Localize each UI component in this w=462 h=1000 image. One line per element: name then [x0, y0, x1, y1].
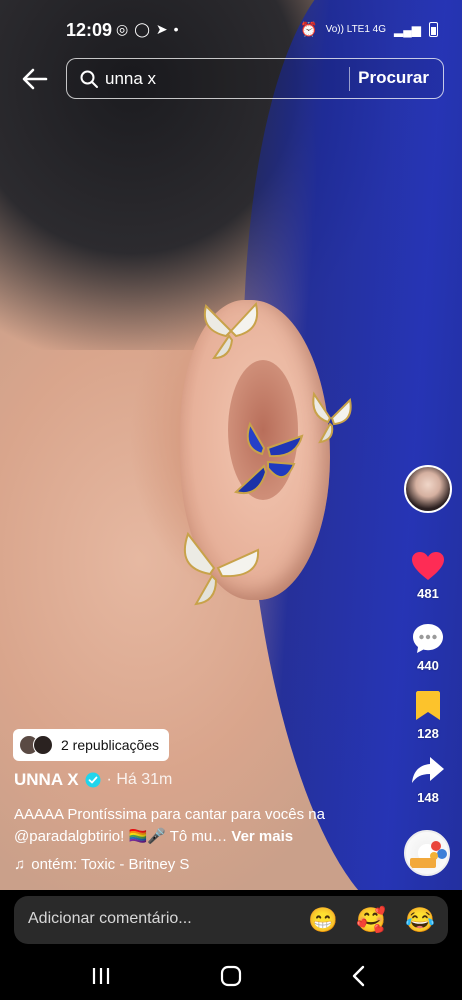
- search-input[interactable]: unna x: [105, 69, 156, 89]
- bookmark-icon: [416, 691, 440, 720]
- blue-butterfly-earring: [234, 421, 304, 494]
- save-count: 128: [417, 726, 439, 741]
- comment-icon: [413, 624, 443, 653]
- comment-bar: Adicionar comentário... 😁 🥰 😂: [0, 890, 462, 952]
- comment-input[interactable]: Adicionar comentário... 😁 🥰 😂: [14, 896, 448, 944]
- creator-avatar[interactable]: [404, 465, 452, 513]
- music-title: ontém: Toxic - Britney S: [31, 856, 190, 873]
- back-nav-icon[interactable]: [346, 964, 372, 988]
- comment-button[interactable]: 440: [404, 620, 452, 673]
- status-bar: 12:09 ◎ ◯ ➤ • ⏰ Vo)) LTE1 4G ▂▄▆: [0, 0, 462, 56]
- emoji-grin-button[interactable]: 😁: [308, 906, 338, 935]
- signal-icon: ▂▄▆: [394, 22, 421, 37]
- share-button[interactable]: 148: [404, 752, 452, 805]
- heart-icon: [412, 552, 444, 580]
- dot-icon: •: [173, 21, 179, 37]
- reposts-label: 2 republicações: [61, 737, 160, 753]
- author-line: UNNA X · Há 31m: [14, 770, 172, 790]
- butterfly-earring-top: [204, 301, 258, 360]
- butterfly-earring-right: [312, 391, 352, 444]
- status-notification-icons: ◎ ◯ ➤ •: [116, 21, 179, 38]
- verified-badge-icon: [85, 772, 101, 788]
- caption[interactable]: AAAAA Prontíssima para cantar para vocês…: [14, 804, 364, 848]
- alarm-icon: ⏰: [300, 21, 318, 37]
- comment-count: 440: [417, 658, 439, 673]
- butterfly-earring-lobe: [183, 531, 260, 606]
- music-disc-icon[interactable]: [404, 830, 450, 876]
- music-line[interactable]: ♫ ontém: Toxic - Britney S: [14, 856, 189, 873]
- status-time: 12:09: [66, 20, 113, 40]
- network-label: Vo)) LTE1 4G: [325, 24, 387, 35]
- search-button[interactable]: Procurar: [358, 68, 429, 88]
- emoji-hearts-button[interactable]: 🥰: [356, 906, 386, 935]
- emoji-laugh-button[interactable]: 😂: [405, 906, 435, 935]
- system-nav-bar: [0, 952, 462, 1000]
- status-system-icons: ⏰ Vo)) LTE1 4G ▂▄▆: [300, 21, 438, 38]
- search-icon: [80, 70, 98, 88]
- like-count: 481: [417, 586, 439, 601]
- recent-apps-icon[interactable]: [88, 964, 114, 988]
- share-arrow-icon: [412, 757, 444, 783]
- music-note-icon: ♫: [14, 856, 26, 873]
- search-bar[interactable]: unna x Procurar: [66, 58, 444, 99]
- share-count: 148: [417, 790, 439, 805]
- telegram-icon: ➤: [155, 21, 168, 37]
- whatsapp-icon: ◯: [134, 21, 150, 37]
- author-name[interactable]: UNNA X: [14, 770, 79, 790]
- post-time: · Há 31m: [106, 771, 173, 788]
- like-button[interactable]: 481: [404, 548, 452, 601]
- comment-placeholder: Adicionar comentário...: [28, 910, 192, 927]
- see-more-link[interactable]: Ver mais: [231, 828, 293, 845]
- repost-avatars: [19, 735, 53, 755]
- battery-icon: [429, 22, 438, 37]
- save-button[interactable]: 128: [404, 688, 452, 741]
- home-icon[interactable]: [218, 964, 244, 988]
- reposts-chip[interactable]: 2 republicações: [13, 729, 170, 761]
- back-arrow-icon[interactable]: [20, 64, 50, 94]
- search-divider: [349, 67, 350, 91]
- instagram-icon: ◎: [116, 21, 129, 37]
